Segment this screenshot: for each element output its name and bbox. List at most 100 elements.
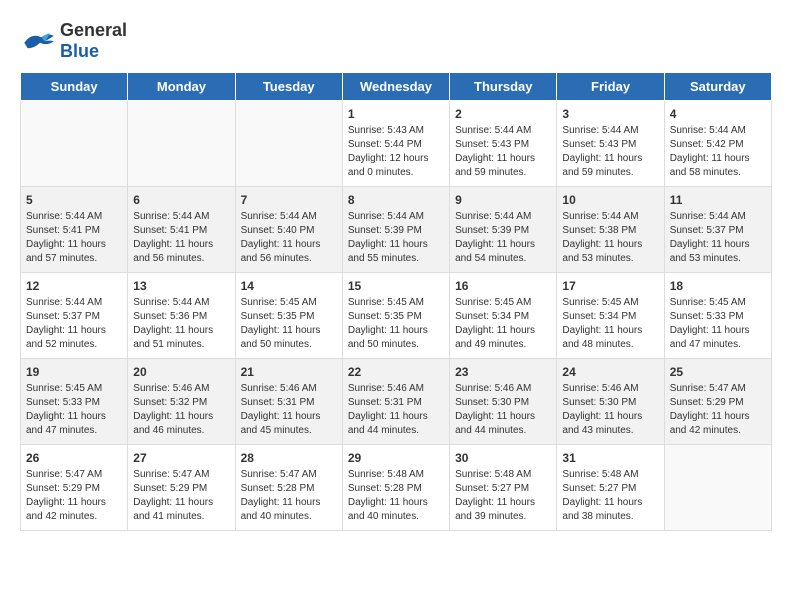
day-number: 7 (241, 193, 337, 207)
cell-info: Sunrise: 5:44 AM Sunset: 5:37 PM Dayligh… (26, 296, 122, 352)
day-number: 11 (670, 193, 766, 207)
weekday-header-monday: Monday (128, 73, 235, 101)
calendar-cell: 17 Sunrise: 5:45 AM Sunset: 5:34 PM Dayli… (557, 273, 664, 359)
day-number: 8 (348, 193, 444, 207)
weekday-header-friday: Friday (557, 73, 664, 101)
logo: General Blue (20, 20, 127, 62)
calendar-cell: 11 Sunrise: 5:44 AM Sunset: 5:37 PM Dayli… (664, 187, 771, 273)
day-number: 12 (26, 279, 122, 293)
cell-info: Sunrise: 5:44 AM Sunset: 5:43 PM Dayligh… (562, 124, 658, 180)
page-header: General Blue (20, 20, 772, 62)
calendar-cell: 22Sunrise: 5:46 AM Sunset: 5:31 PM Dayli… (342, 359, 449, 445)
cell-info: Sunrise: 5:48 AM Sunset: 5:27 PM Dayligh… (455, 468, 551, 524)
calendar-cell: 24Sunrise: 5:46 AM Sunset: 5:30 PM Dayli… (557, 359, 664, 445)
logo-blue: Blue (60, 41, 99, 61)
cell-info: Sunrise: 5:46 AM Sunset: 5:30 PM Dayligh… (562, 382, 658, 438)
cell-info: Sunrise: 5:44 AM Sunset: 5:39 PM Dayligh… (455, 210, 551, 266)
day-number: 1 (348, 107, 444, 121)
cell-info: Sunrise: 5:46 AM Sunset: 5:31 PM Dayligh… (348, 382, 444, 438)
day-number: 6 (133, 193, 229, 207)
calendar-cell (21, 101, 128, 187)
calendar-cell: 28Sunrise: 5:47 AM Sunset: 5:28 PM Dayli… (235, 445, 342, 531)
day-number: 3 (562, 107, 658, 121)
weekday-header-tuesday: Tuesday (235, 73, 342, 101)
calendar-cell (664, 445, 771, 531)
cell-info: Sunrise: 5:45 AM Sunset: 5:35 PM Dayligh… (348, 296, 444, 352)
calendar-cell: 14Sunrise: 5:45 AM Sunset: 5:35 PM Dayli… (235, 273, 342, 359)
calendar-cell: 1 Sunrise: 5:43 AM Sunset: 5:44 PM Daylig… (342, 101, 449, 187)
day-number: 16 (455, 279, 551, 293)
calendar-cell: 16 Sunrise: 5:45 AM Sunset: 5:34 PM Dayli… (450, 273, 557, 359)
cell-info: Sunrise: 5:45 AM Sunset: 5:33 PM Dayligh… (26, 382, 122, 438)
calendar-cell: 18 Sunrise: 5:45 AM Sunset: 5:33 PM Dayli… (664, 273, 771, 359)
cell-info: Sunrise: 5:47 AM Sunset: 5:29 PM Dayligh… (670, 382, 766, 438)
calendar-cell: 9 Sunrise: 5:44 AM Sunset: 5:39 PM Daylig… (450, 187, 557, 273)
calendar-cell: 26 Sunrise: 5:47 AM Sunset: 5:29 PM Dayli… (21, 445, 128, 531)
day-number: 25 (670, 365, 766, 379)
day-number: 18 (670, 279, 766, 293)
cell-info: Sunrise: 5:47 AM Sunset: 5:29 PM Dayligh… (133, 468, 229, 524)
cell-info: Sunrise: 5:44 AM Sunset: 5:36 PM Dayligh… (133, 296, 229, 352)
logo-icon (20, 29, 56, 53)
day-number: 26 (26, 451, 122, 465)
cell-info: Sunrise: 5:45 AM Sunset: 5:34 PM Dayligh… (455, 296, 551, 352)
calendar-cell: 30Sunrise: 5:48 AM Sunset: 5:27 PM Dayli… (450, 445, 557, 531)
cell-info: Sunrise: 5:44 AM Sunset: 5:42 PM Dayligh… (670, 124, 766, 180)
cell-info: Sunrise: 5:44 AM Sunset: 5:41 PM Dayligh… (26, 210, 122, 266)
cell-info: Sunrise: 5:46 AM Sunset: 5:31 PM Dayligh… (241, 382, 337, 438)
cell-info: Sunrise: 5:44 AM Sunset: 5:39 PM Dayligh… (348, 210, 444, 266)
cell-info: Sunrise: 5:44 AM Sunset: 5:43 PM Dayligh… (455, 124, 551, 180)
calendar-cell: 21 Sunrise: 5:46 AM Sunset: 5:31 PM Dayli… (235, 359, 342, 445)
calendar-cell: 12 Sunrise: 5:44 AM Sunset: 5:37 PM Dayli… (21, 273, 128, 359)
cell-info: Sunrise: 5:44 AM Sunset: 5:40 PM Dayligh… (241, 210, 337, 266)
calendar-cell: 5Sunrise: 5:44 AM Sunset: 5:41 PM Daylig… (21, 187, 128, 273)
day-number: 9 (455, 193, 551, 207)
calendar-cell (235, 101, 342, 187)
calendar-week-row: 12 Sunrise: 5:44 AM Sunset: 5:37 PM Dayli… (21, 273, 772, 359)
day-number: 17 (562, 279, 658, 293)
calendar-cell: 3 Sunrise: 5:44 AM Sunset: 5:43 PM Daylig… (557, 101, 664, 187)
logo-general: General (60, 20, 127, 40)
cell-info: Sunrise: 5:48 AM Sunset: 5:27 PM Dayligh… (562, 468, 658, 524)
day-number: 15 (348, 279, 444, 293)
calendar-week-row: 19 Sunrise: 5:45 AM Sunset: 5:33 PM Dayli… (21, 359, 772, 445)
day-number: 2 (455, 107, 551, 121)
calendar-cell: 8 Sunrise: 5:44 AM Sunset: 5:39 PM Daylig… (342, 187, 449, 273)
day-number: 31 (562, 451, 658, 465)
day-number: 19 (26, 365, 122, 379)
weekday-header-wednesday: Wednesday (342, 73, 449, 101)
calendar-cell: 13Sunrise: 5:44 AM Sunset: 5:36 PM Dayli… (128, 273, 235, 359)
calendar-cell (128, 101, 235, 187)
calendar-cell: 19 Sunrise: 5:45 AM Sunset: 5:33 PM Dayli… (21, 359, 128, 445)
day-number: 29 (348, 451, 444, 465)
calendar-cell: 20 Sunrise: 5:46 AM Sunset: 5:32 PM Dayli… (128, 359, 235, 445)
day-number: 20 (133, 365, 229, 379)
calendar-cell: 2 Sunrise: 5:44 AM Sunset: 5:43 PM Daylig… (450, 101, 557, 187)
calendar-cell: 7 Sunrise: 5:44 AM Sunset: 5:40 PM Daylig… (235, 187, 342, 273)
cell-info: Sunrise: 5:43 AM Sunset: 5:44 PM Dayligh… (348, 124, 444, 180)
cell-info: Sunrise: 5:46 AM Sunset: 5:32 PM Dayligh… (133, 382, 229, 438)
weekday-header-saturday: Saturday (664, 73, 771, 101)
calendar-cell: 31 Sunrise: 5:48 AM Sunset: 5:27 PM Dayli… (557, 445, 664, 531)
weekday-header-thursday: Thursday (450, 73, 557, 101)
calendar-cell: 27Sunrise: 5:47 AM Sunset: 5:29 PM Dayli… (128, 445, 235, 531)
calendar-cell: 10 Sunrise: 5:44 AM Sunset: 5:38 PM Dayli… (557, 187, 664, 273)
calendar-week-row: 5Sunrise: 5:44 AM Sunset: 5:41 PM Daylig… (21, 187, 772, 273)
calendar-week-row: 26 Sunrise: 5:47 AM Sunset: 5:29 PM Dayli… (21, 445, 772, 531)
day-number: 23 (455, 365, 551, 379)
day-number: 21 (241, 365, 337, 379)
cell-info: Sunrise: 5:45 AM Sunset: 5:34 PM Dayligh… (562, 296, 658, 352)
calendar-week-row: 1 Sunrise: 5:43 AM Sunset: 5:44 PM Daylig… (21, 101, 772, 187)
calendar-cell: 29 Sunrise: 5:48 AM Sunset: 5:28 PM Dayli… (342, 445, 449, 531)
cell-info: Sunrise: 5:47 AM Sunset: 5:29 PM Dayligh… (26, 468, 122, 524)
cell-info: Sunrise: 5:45 AM Sunset: 5:35 PM Dayligh… (241, 296, 337, 352)
cell-info: Sunrise: 5:48 AM Sunset: 5:28 PM Dayligh… (348, 468, 444, 524)
cell-info: Sunrise: 5:46 AM Sunset: 5:30 PM Dayligh… (455, 382, 551, 438)
calendar-cell: 25 Sunrise: 5:47 AM Sunset: 5:29 PM Dayli… (664, 359, 771, 445)
day-number: 10 (562, 193, 658, 207)
cell-info: Sunrise: 5:44 AM Sunset: 5:38 PM Dayligh… (562, 210, 658, 266)
calendar-cell: 15 Sunrise: 5:45 AM Sunset: 5:35 PM Dayli… (342, 273, 449, 359)
cell-info: Sunrise: 5:45 AM Sunset: 5:33 PM Dayligh… (670, 296, 766, 352)
cell-info: Sunrise: 5:44 AM Sunset: 5:37 PM Dayligh… (670, 210, 766, 266)
cell-info: Sunrise: 5:47 AM Sunset: 5:28 PM Dayligh… (241, 468, 337, 524)
